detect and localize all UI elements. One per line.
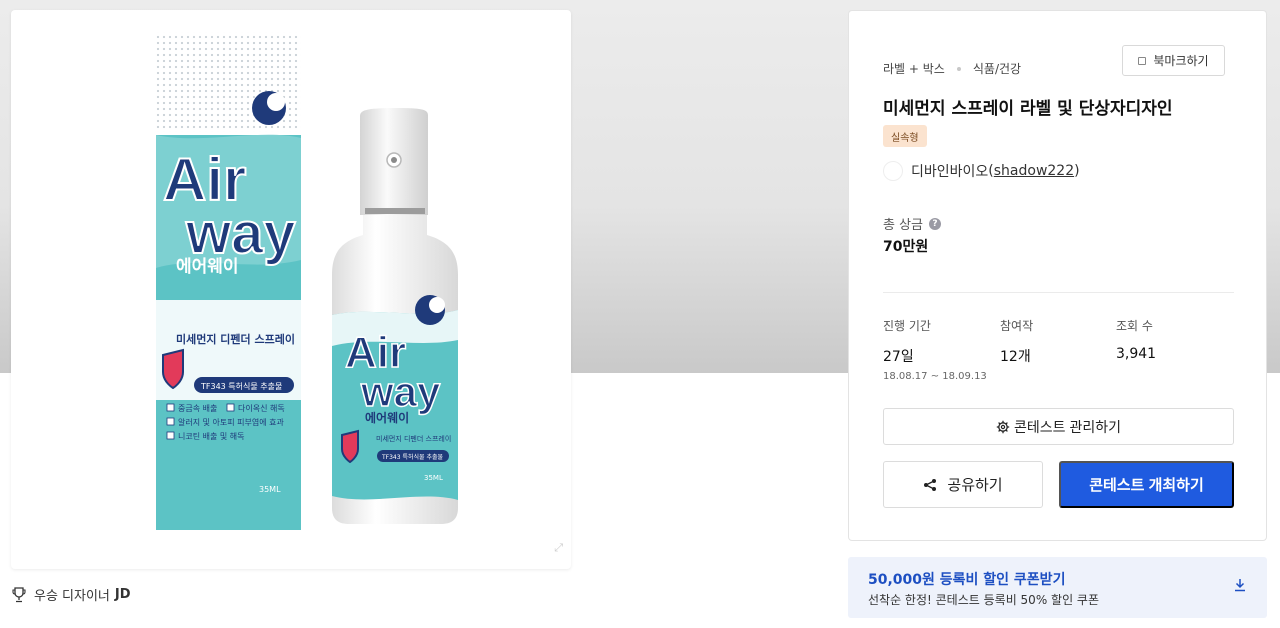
box-brand-korean: 에어웨이 — [176, 257, 239, 277]
bookmark-icon — [1138, 56, 1147, 65]
prize-value: 70만원 — [883, 239, 929, 255]
share-label: 공유하기 — [947, 477, 1003, 494]
coupon-subtitle: 선착순 한정! 콘테스트 등록비 50% 할인 쿠폰 — [868, 593, 1100, 607]
bottle-subtitle: 미세먼지 디펜더 스프레이 — [376, 434, 451, 443]
views-value: 3,941 — [1116, 346, 1157, 362]
client-info: 디바인바이오 (shadow222) — [883, 161, 1080, 181]
avatar — [883, 161, 903, 181]
bookmark-button[interactable]: 북마크하기 — [1122, 45, 1225, 76]
box-feature-2: 다이옥신 해독 — [238, 403, 285, 413]
prize-label: 총 상금 ? — [883, 214, 942, 233]
separator-dot — [956, 66, 961, 71]
share-button[interactable]: 공유하기 — [883, 461, 1043, 508]
gear-icon — [996, 420, 1010, 433]
manage-contest-button[interactable]: 콘테스트 관리하기 — [883, 408, 1234, 445]
category-main[interactable]: 라벨 + 박스 — [883, 60, 945, 77]
winner-info: 우승 디자이너 JD — [12, 585, 131, 604]
period-range: 18.08.17 ~ 18.09.13 — [883, 371, 987, 382]
plan-badge: 실속형 — [883, 125, 927, 147]
spray-bottle: Air way 에어웨이 미세먼지 디펜더 스프레이 TF343 특허식물 추출… — [332, 108, 458, 524]
contest-winning-image[interactable]: Air way 에어웨이 미세먼지 디펜더 스프레이 TF343 특허식물 추출… — [11, 10, 571, 569]
client-name: 디바인바이오 — [911, 164, 989, 180]
client-handle-link[interactable]: shadow222 — [994, 163, 1074, 179]
box-subtitle: 미세먼지 디펜더 스프레이 — [176, 332, 295, 346]
contest-title: 미세먼지 스프레이 라벨 및 단상자디자인 — [883, 99, 1173, 119]
product-box: Air way 에어웨이 미세먼지 디펜더 스프레이 TF343 특허식물 추출… — [156, 32, 301, 530]
stat-period: 진행 기간 27일 18.08.17 ~ 18.09.13 — [883, 317, 987, 382]
box-volume: 35ML — [259, 485, 281, 494]
help-icon[interactable]: ? — [929, 217, 942, 230]
host-contest-button[interactable]: 콘테스트 개최하기 — [1059, 461, 1234, 508]
stat-entries: 참여작 12개 — [1000, 317, 1033, 366]
divider — [883, 292, 1234, 293]
bookmark-label: 북마크하기 — [1153, 54, 1209, 68]
zoom-icon[interactable]: ⤢ — [554, 541, 563, 555]
period-value: 27일 — [883, 349, 914, 365]
bottle-volume: 35ML — [424, 474, 443, 482]
trophy-icon — [12, 586, 26, 602]
box-tag: TF343 특허식물 추출물 — [200, 381, 282, 391]
box-feature-3: 알러지 및 아토피 피부염에 효과 — [178, 417, 284, 427]
category-sub[interactable]: 식품/건강 — [973, 60, 1021, 77]
winner-label: 우승 디자이너 — [34, 589, 110, 604]
download-icon[interactable] — [1233, 577, 1247, 593]
period-label: 진행 기간 — [883, 319, 931, 333]
bottle-brand-korean: 에어웨이 — [365, 410, 409, 425]
product-mockup: Air way 에어웨이 미세먼지 디펜더 스프레이 TF343 특허식물 추출… — [156, 32, 458, 530]
winner-name: JD — [114, 587, 131, 602]
bottle-brand-way: way — [360, 368, 441, 415]
bottle-tag: TF343 특허식물 추출물 — [381, 453, 444, 461]
coupon-title: 50,000원 등록비 할인 쿠폰받기 — [868, 572, 1066, 588]
entries-label: 참여작 — [1000, 319, 1034, 333]
entries-value: 12개 — [1000, 349, 1031, 365]
category-breadcrumb: 라벨 + 박스 식품/건강 — [883, 60, 1021, 77]
views-label: 조회 수 — [1116, 319, 1153, 333]
box-feature-4: 니코틴 배출 및 해독 — [178, 431, 245, 441]
coupon-banner[interactable]: 50,000원 등록비 할인 쿠폰받기 선착순 한정! 콘테스트 등록비 50%… — [848, 557, 1267, 618]
share-icon — [924, 478, 937, 491]
manage-contest-label: 콘테스트 관리하기 — [1014, 418, 1121, 435]
contest-info-panel: 라벨 + 박스 식품/건강 북마크하기 미세먼지 스프레이 라벨 및 단상자디자… — [848, 10, 1267, 541]
box-feature-1: 중금속 배출 — [178, 403, 217, 413]
stat-views: 조회 수 3,941 — [1116, 317, 1156, 362]
prize-label-text: 총 상금 — [883, 218, 924, 233]
